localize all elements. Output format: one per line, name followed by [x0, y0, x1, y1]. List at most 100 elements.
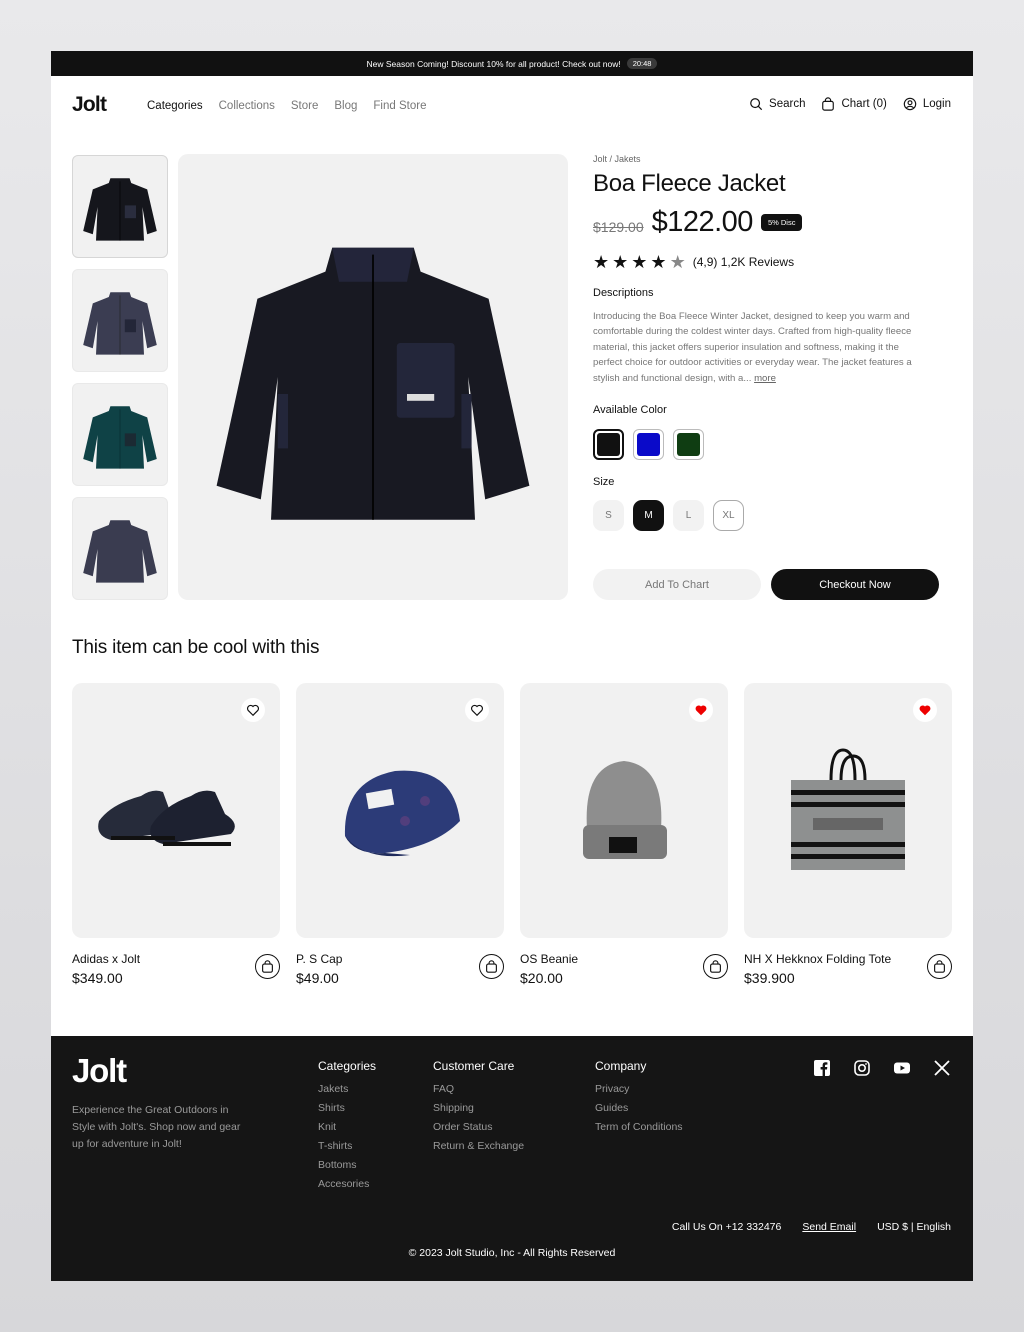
- rating-text[interactable]: (4,9) 1,2K Reviews: [693, 255, 794, 269]
- color-swatch-black[interactable]: [593, 429, 624, 461]
- heart-outline-icon: [247, 704, 259, 717]
- add-to-bag-button[interactable]: [927, 954, 952, 979]
- footer-link[interactable]: Shirts: [318, 1102, 376, 1114]
- search-icon: [750, 98, 763, 111]
- footer-link[interactable]: T-shirts: [318, 1140, 376, 1152]
- heart-filled-icon: [695, 705, 707, 716]
- header: Jolt Categories Collections Store Blog F…: [51, 76, 973, 136]
- sneakers-image: [98, 790, 235, 846]
- size-option-s[interactable]: S: [593, 500, 624, 532]
- footer-link[interactable]: Guides: [595, 1102, 683, 1114]
- product-name: P. S Cap: [296, 952, 343, 966]
- phone-text: Call Us On +12 332476: [671, 1221, 782, 1233]
- product-card[interactable]: NH X Hekknox Folding Tote $39.900: [744, 683, 952, 986]
- locale-selector[interactable]: USD $ | English: [877, 1221, 951, 1233]
- product-card-image[interactable]: [520, 683, 728, 938]
- footer-link[interactable]: Jakets: [318, 1083, 376, 1095]
- thumbnail-3[interactable]: [72, 383, 168, 486]
- favorite-button[interactable]: [689, 698, 713, 722]
- tote-bag-image: [791, 747, 905, 870]
- size-option-m[interactable]: M: [633, 500, 664, 532]
- jacket-image: [83, 177, 157, 241]
- jacket-image: [83, 291, 157, 355]
- send-email-link[interactable]: Send Email: [802, 1221, 856, 1233]
- size-option-l[interactable]: L: [673, 500, 704, 532]
- descriptions-heading: Descriptions: [593, 287, 654, 299]
- product-card-image[interactable]: [72, 683, 280, 938]
- discount-badge: 5% Disc: [760, 214, 803, 231]
- color-swatch-blue[interactable]: [633, 429, 664, 461]
- bag-icon: [710, 960, 721, 973]
- footer-link[interactable]: Privacy: [595, 1083, 683, 1095]
- user-icon: [903, 97, 917, 111]
- footer-link[interactable]: Order Status: [433, 1121, 524, 1133]
- social-links: [813, 1059, 951, 1077]
- product-card[interactable]: OS Beanie $20.00: [520, 683, 728, 986]
- youtube-icon[interactable]: [893, 1059, 911, 1077]
- purchase-actions: Add To Chart Checkout Now: [593, 569, 939, 600]
- product-card-image[interactable]: [744, 683, 952, 938]
- footer-link[interactable]: Knit: [318, 1121, 376, 1133]
- product-title: Boa Fleece Jacket: [593, 170, 786, 197]
- footer-link[interactable]: FAQ: [433, 1083, 524, 1095]
- more-link[interactable]: more: [754, 373, 776, 384]
- footer-col-title: Customer Care: [433, 1059, 515, 1073]
- thumbnail-4[interactable]: [72, 497, 168, 600]
- nav-categories[interactable]: Categories: [147, 100, 203, 112]
- announcement-text: New Season Coming! Discount 10% for all …: [366, 58, 621, 69]
- footer-customer-care: Customer Care FAQ Shipping Order Status …: [433, 1059, 524, 1159]
- footer-link[interactable]: Return & Exchange: [433, 1140, 524, 1152]
- favorite-button[interactable]: [465, 698, 489, 722]
- product-name: NH X Hekknox Folding Tote: [744, 952, 892, 966]
- product-card[interactable]: Adidas x Jolt $349.00: [72, 683, 280, 986]
- x-icon[interactable]: [933, 1059, 951, 1077]
- size-option-xl[interactable]: XL: [713, 500, 744, 532]
- jacket-back-image: [83, 519, 157, 583]
- footer-link[interactable]: Term of Conditions: [595, 1121, 683, 1133]
- bag-icon: [262, 960, 273, 973]
- product-card[interactable]: P. S Cap $49.00: [296, 683, 504, 986]
- footer-tagline: Experience the Great Outdoors in Style w…: [72, 1104, 241, 1150]
- bag-icon: [486, 960, 497, 973]
- main-product-image[interactable]: [178, 154, 568, 600]
- old-price: $129.00: [593, 218, 644, 235]
- add-to-cart-button[interactable]: Add To Chart: [593, 569, 761, 600]
- favorite-button[interactable]: [241, 698, 265, 722]
- color-swatch-green[interactable]: [673, 429, 704, 461]
- product-card-info: OS Beanie $20.00: [520, 952, 728, 986]
- search-label: Search: [769, 98, 806, 110]
- nav-blog[interactable]: Blog: [334, 100, 357, 112]
- logo[interactable]: Jolt: [72, 93, 107, 117]
- cart-label: Chart (0): [841, 98, 887, 110]
- cart-button[interactable]: Chart (0): [821, 97, 887, 111]
- instagram-icon[interactable]: [853, 1059, 871, 1077]
- facebook-icon[interactable]: [813, 1059, 831, 1077]
- add-to-bag-button[interactable]: [703, 954, 728, 979]
- product-price: $349.00: [72, 970, 123, 986]
- price-row: $129.00 $122.00 5% Disc: [593, 206, 943, 239]
- product-card-info: NH X Hekknox Folding Tote $39.900: [744, 952, 952, 986]
- add-to-bag-button[interactable]: [479, 954, 504, 979]
- breadcrumb[interactable]: Jolt / Jakets: [593, 154, 943, 164]
- jacket-image: [216, 247, 530, 520]
- product-description: Introducing the Boa Fleece Winter Jacket…: [593, 309, 923, 386]
- countdown-timer: 20:48: [626, 58, 658, 69]
- favorite-button[interactable]: [913, 698, 937, 722]
- nav-find-store[interactable]: Find Store: [373, 100, 426, 112]
- footer-link[interactable]: Accesories: [318, 1178, 376, 1190]
- thumbnail-2[interactable]: [72, 269, 168, 372]
- announcement-bar: New Season Coming! Discount 10% for all …: [51, 51, 973, 76]
- footer-logo[interactable]: Jolt: [72, 1052, 127, 1090]
- nav-collections[interactable]: Collections: [219, 100, 275, 112]
- search-button[interactable]: Search: [749, 97, 805, 111]
- checkout-button[interactable]: Checkout Now: [771, 569, 939, 600]
- nav-store[interactable]: Store: [291, 100, 319, 112]
- main-nav: Categories Collections Store Blog Find S…: [147, 100, 426, 112]
- login-button[interactable]: Login: [903, 97, 951, 111]
- thumbnail-1[interactable]: [72, 155, 168, 258]
- footer-link[interactable]: Shipping: [433, 1102, 524, 1114]
- product-card-image[interactable]: [296, 683, 504, 938]
- rating: ★ ★ ★ ★ ★ (4,9) 1,2K Reviews: [593, 253, 943, 271]
- footer-link[interactable]: Bottoms: [318, 1159, 376, 1171]
- add-to-bag-button[interactable]: [255, 954, 280, 979]
